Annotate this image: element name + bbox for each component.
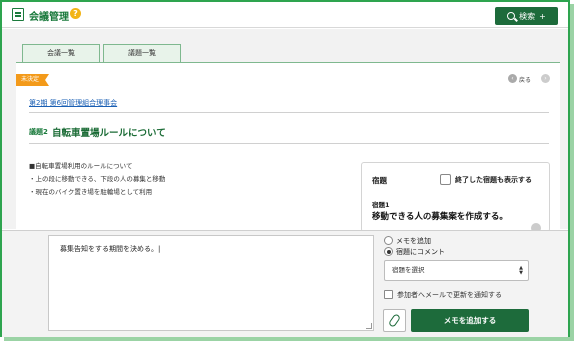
next-icon[interactable]: › — [541, 74, 550, 83]
select-arrows-icon: ▲ ▼ — [519, 265, 523, 276]
status-badge: 未決定 — [16, 74, 50, 86]
show-done-checkbox[interactable] — [440, 174, 451, 185]
homework-item-text: 移動できる人の募集案を作成する。 — [372, 212, 508, 222]
meeting-link[interactable]: 第2期 第6回管理組合理事会 — [29, 98, 117, 108]
divider — [29, 143, 549, 144]
search-icon — [507, 12, 516, 20]
radio-homework-comment[interactable] — [384, 247, 393, 256]
homework-select[interactable]: 宿題を選択 ▲ ▼ — [384, 260, 529, 281]
radio-add-memo[interactable] — [384, 236, 393, 245]
agenda-body-line: ・上の段に移動できる、下段の人の募集と移動 — [29, 175, 166, 183]
agenda-body-line: ・現在のバイク置き場を駐輪場として利用 — [29, 188, 153, 196]
app-frame: 会議管理 ? 検索 + 会議一覧 議題一覧 未決定 ‹ 戻る › 第2期 第6回… — [0, 0, 570, 337]
agenda-title: 自転車置場ルールについて — [52, 128, 166, 139]
notify-checkbox[interactable] — [384, 290, 393, 299]
agenda-number: 議題2 — [29, 128, 48, 136]
notify-label[interactable]: 参加者へメールで更新を通知する — [397, 290, 502, 300]
homework-heading: 宿題 — [372, 176, 387, 185]
attach-button[interactable] — [383, 309, 406, 332]
add-memo-button[interactable]: メモを追加する — [411, 309, 529, 332]
search-button-label: 検索 — [519, 11, 536, 21]
homework-box: 宿題 終了した宿題も表示する 宿題1 移動できる人の募集案を作成する。 — [361, 162, 550, 232]
homework-item-number: 宿題1 — [372, 201, 390, 209]
homework-select-value: 宿題を選択 — [392, 266, 425, 274]
tab-agenda-list[interactable]: 議題一覧 — [103, 44, 181, 62]
radio-add-memo-label[interactable]: メモを追加 — [396, 236, 431, 246]
search-plus-icon: + — [539, 11, 546, 21]
memo-textarea[interactable]: 募集告知をする期間を決める。| — [48, 235, 374, 331]
paperclip-icon — [387, 313, 402, 328]
app-title: 会議管理 — [29, 12, 69, 23]
radio-homework-comment-label[interactable]: 宿題にコメント — [396, 247, 445, 257]
agenda-body-line: ■自転車置場利用のルールについて — [29, 162, 133, 170]
meeting-app-icon — [12, 8, 24, 21]
show-done-label[interactable]: 終了した宿題も表示する — [455, 175, 532, 185]
help-icon[interactable]: ? — [70, 8, 81, 19]
tab-meeting-list[interactable]: 会議一覧 — [22, 44, 100, 62]
top-bar: 会議管理 ? 検索 + — [2, 2, 568, 28]
prev-icon[interactable]: ‹ — [508, 74, 517, 83]
resize-handle-icon[interactable] — [366, 323, 372, 329]
prev-label[interactable]: 戻る — [519, 75, 531, 84]
search-button[interactable]: 検索 + — [495, 7, 558, 25]
divider — [29, 112, 549, 113]
